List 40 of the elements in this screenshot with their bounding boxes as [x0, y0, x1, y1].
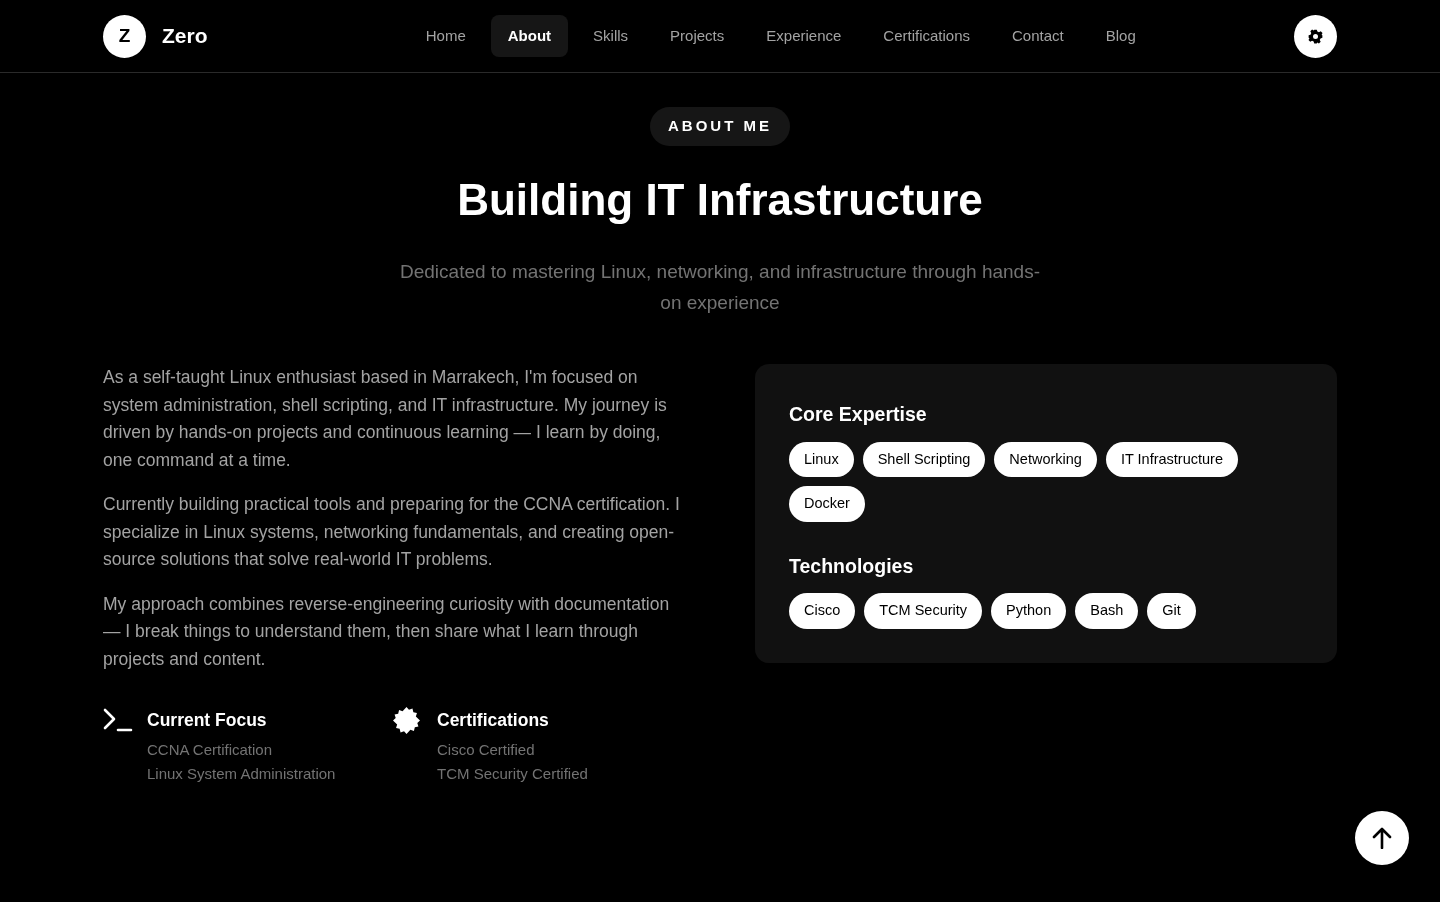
- nav-link[interactable]: Blog: [1088, 14, 1153, 58]
- highlight-item: CCNA Certification: [147, 739, 274, 760]
- badge-icon: [393, 707, 420, 735]
- nav-link[interactable]: Skills: [576, 14, 646, 58]
- nav-link[interactable]: Certifications: [866, 14, 988, 58]
- skill-tag: Git: [1147, 593, 1196, 630]
- brand-name[interactable]: Zero: [162, 20, 208, 52]
- paragraph: Currently building practical tools and preparing for the CCNA certification. I specialize in Linux systems, networking fundamentals, and creating open-source solutions that solve real-world IT problems.: [103, 493, 681, 572]
- skill-tag: Bash: [1075, 593, 1139, 630]
- scroll-to-top-button[interactable]: [1355, 811, 1409, 865]
- logo[interactable]: Z: [103, 14, 146, 58]
- highlight-title: Current Focus: [147, 709, 268, 733]
- group-title: Core Expertise: [789, 402, 928, 428]
- terminal-icon: [103, 707, 133, 734]
- theme-toggle-button[interactable]: [1294, 14, 1337, 58]
- highlight-item: Cisco Certified: [437, 739, 536, 760]
- nav-link[interactable]: Projects: [653, 14, 742, 58]
- section-subtitle: Dedicated to mastering Linux, networking, and infrastructure through hands-on experience: [399, 260, 1041, 316]
- skill-tag: TCM Security: [864, 593, 983, 630]
- nav-link[interactable]: Experience: [749, 14, 859, 58]
- highlight-title: Certifications: [437, 709, 550, 733]
- section-title: Building IT Infrastructure: [457, 173, 983, 226]
- skill-tag: Python: [991, 593, 1067, 630]
- skill-tag: Networking: [994, 441, 1097, 478]
- skill-tag: IT Infrastructure: [1105, 441, 1238, 478]
- highlight-item: Linux System Administration: [147, 763, 336, 784]
- gear-icon: [1308, 28, 1323, 44]
- highlight-item: TCM Security Certified: [437, 763, 588, 784]
- group-title: Technologies: [789, 554, 915, 580]
- skill-tag: Cisco: [789, 593, 856, 630]
- section-badge: ABOUT ME: [650, 107, 790, 146]
- skill-tag: Linux: [789, 441, 854, 478]
- nav-link[interactable]: About: [490, 14, 569, 58]
- nav-link[interactable]: Contact: [995, 14, 1081, 58]
- nav-link[interactable]: Home: [408, 14, 483, 58]
- skill-tag: Shell Scripting: [862, 441, 986, 478]
- paragraph: As a self-taught Linux enthusiast based in Marrakech, I'm focused on system administration, shell scripting, and IT infrastructure. My journey is driven by hands-on projects and continuous learning — I learn by doing, one command at a time.: [103, 366, 668, 472]
- arrow-up-icon: [1372, 827, 1392, 849]
- paragraph: My approach combines reverse-engineering curiosity with documentation — I break things to understand them, then share what I learn through projects and content.: [103, 592, 671, 671]
- skill-tag: Docker: [789, 486, 865, 523]
